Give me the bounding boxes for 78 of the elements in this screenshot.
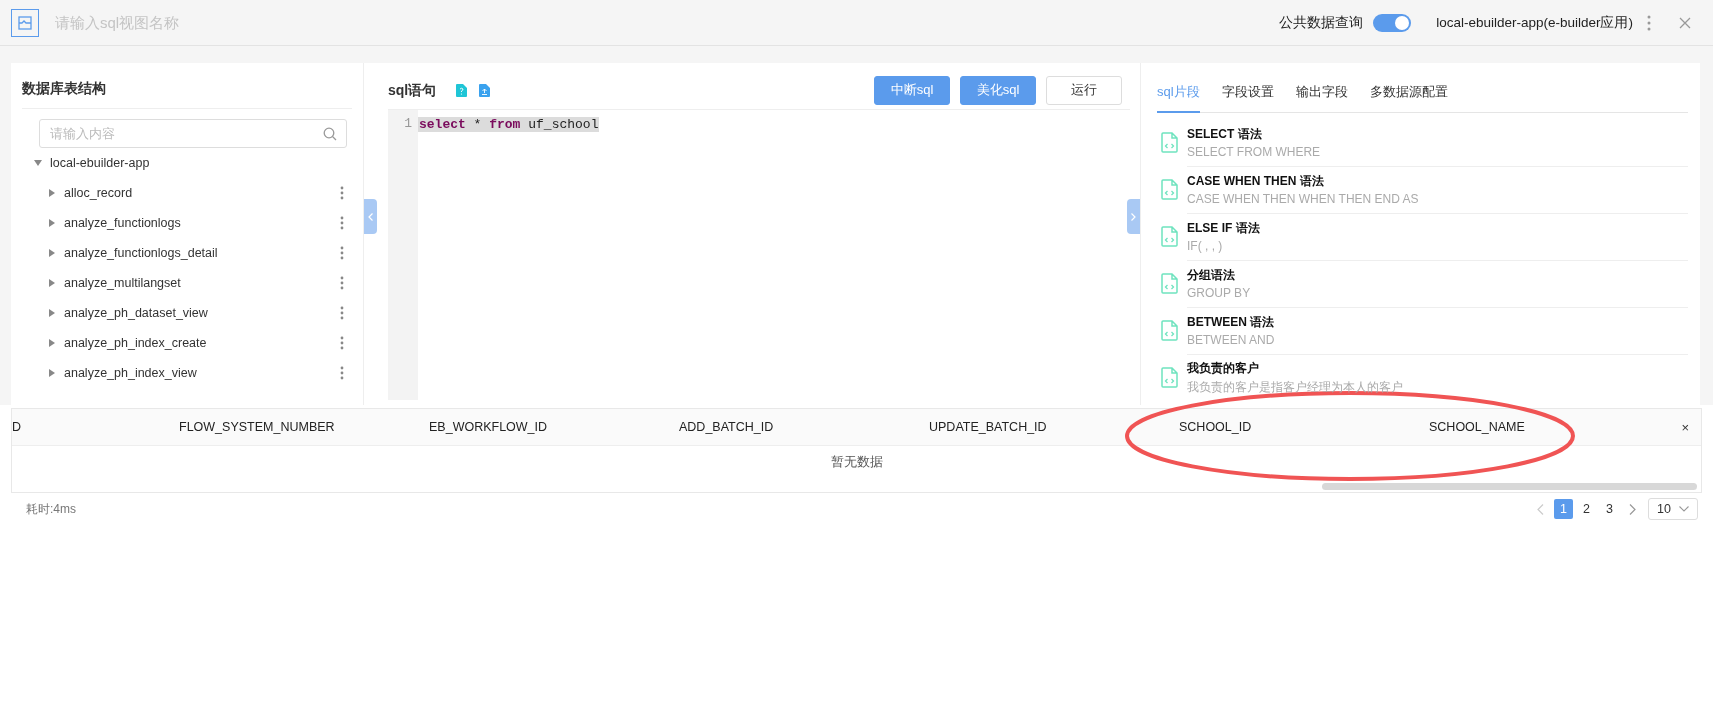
caret-icon[interactable] xyxy=(34,160,42,166)
help-document-icon[interactable] xyxy=(456,83,468,97)
scrollbar-thumb[interactable] xyxy=(1322,483,1697,490)
column-header: ADD_BATCH_ID xyxy=(679,420,775,434)
code-file-icon xyxy=(1161,273,1178,294)
more-icon[interactable] xyxy=(1647,14,1651,31)
tree-item[interactable]: analyze_functionlogs_detail xyxy=(64,246,340,260)
caret-icon xyxy=(1679,506,1689,512)
column-header: SCHOOL_NAME xyxy=(1429,420,1526,434)
tab[interactable]: 多数据源配置 xyxy=(1369,83,1448,113)
more-icon[interactable] xyxy=(340,186,344,200)
collapse-handle[interactable] xyxy=(364,199,377,234)
tree-item[interactable]: alloc_record xyxy=(64,186,340,200)
tree-item[interactable]: analyze_ph_dataset_view xyxy=(64,306,340,320)
chevron-right-icon[interactable] xyxy=(1629,503,1637,515)
page-button[interactable]: 3 xyxy=(1600,499,1620,519)
toolbar-button[interactable]: 运行 xyxy=(1046,75,1122,105)
code-file-icon xyxy=(1161,132,1178,153)
panel-title: sql语句 xyxy=(388,81,437,100)
snippet-title[interactable]: BETWEEN 语法 xyxy=(1187,313,1688,331)
snippet-description: CASE WHEN THEN WHEN THEN END AS xyxy=(1187,191,1420,206)
page-size-select[interactable]: 10 xyxy=(1648,498,1698,520)
search-field[interactable]: 请输入内容 xyxy=(39,119,347,148)
more-icon[interactable] xyxy=(340,246,344,260)
more-icon[interactable] xyxy=(340,216,344,230)
line-number: 1 xyxy=(403,116,413,132)
app-name: local-ebuilder-app(e-builder应用) xyxy=(1436,13,1633,32)
column-header: FLOW_SYSTEM_NUMBER xyxy=(179,420,336,434)
public-query-toggle[interactable] xyxy=(1373,13,1412,32)
snippet-description: IF( , , ) xyxy=(1187,238,1224,253)
caret-icon[interactable] xyxy=(49,249,55,257)
snippet-description: BETWEEN AND xyxy=(1187,332,1276,347)
tree-item[interactable]: analyze_multilangset xyxy=(64,276,340,290)
column-header: UPDATE_BATCH_ID xyxy=(929,420,1048,434)
tree-item[interactable]: local-ebuilder-app xyxy=(50,156,352,170)
collapse-handle[interactable] xyxy=(1127,199,1140,234)
elapsed-time: 耗时:4ms xyxy=(26,500,76,518)
snippet-title[interactable]: 分组语法 xyxy=(1187,266,1688,284)
page-button[interactable]: 2 xyxy=(1577,499,1597,519)
caret-icon[interactable] xyxy=(49,219,55,227)
tree-item[interactable]: analyze_ph_index_view xyxy=(64,366,340,380)
close-icon[interactable] xyxy=(1679,16,1691,29)
snippet-title[interactable]: CASE WHEN THEN 语法 xyxy=(1187,172,1688,190)
empty-message: 暂无数据 xyxy=(829,454,884,471)
column-header: D xyxy=(12,420,23,434)
code-file-icon xyxy=(1161,226,1178,247)
column-header: SCHOOL_ID xyxy=(1179,420,1253,434)
snippet-description: GROUP BY xyxy=(1187,285,1252,300)
chevron-left-icon xyxy=(368,212,373,221)
snippet-description: 我负责的客户是指客户经理为本人的客户 xyxy=(1187,378,1404,396)
panel-title: 数据库表结构 xyxy=(22,79,107,98)
more-icon[interactable] xyxy=(340,306,344,320)
caret-icon[interactable] xyxy=(49,369,55,377)
column-header: EB_WORKFLOW_ID xyxy=(429,420,549,434)
snippet-title[interactable]: ELSE IF 语法 xyxy=(1187,219,1688,237)
close-results-button[interactable]: × xyxy=(1681,419,1689,435)
caret-icon[interactable] xyxy=(49,279,55,287)
snippet-title[interactable]: SELECT 语法 xyxy=(1187,125,1688,143)
code-file-icon xyxy=(1161,367,1178,388)
chevron-right-icon xyxy=(1131,212,1136,221)
more-icon[interactable] xyxy=(340,366,344,380)
code-file-icon xyxy=(1161,320,1178,341)
caret-icon[interactable] xyxy=(49,189,55,197)
view-icon xyxy=(11,8,39,37)
snippet-title[interactable]: 我负责的客户 xyxy=(1187,359,1688,377)
tree-item[interactable]: analyze_ph_index_create xyxy=(64,336,340,350)
public-query-label: 公共数据查询 xyxy=(1279,13,1364,32)
tab[interactable]: 字段设置 xyxy=(1221,83,1274,113)
upload-document-icon[interactable] xyxy=(479,83,491,97)
caret-icon[interactable] xyxy=(49,339,55,347)
code-file-icon xyxy=(1161,179,1178,200)
more-icon[interactable] xyxy=(340,336,344,350)
more-icon[interactable] xyxy=(340,276,344,290)
search-icon xyxy=(323,127,337,141)
caret-icon[interactable] xyxy=(49,309,55,317)
snippet-description: SELECT FROM WHERE xyxy=(1187,144,1322,159)
tab[interactable]: 输出字段 xyxy=(1295,83,1348,113)
tree-item[interactable]: analyze_functionlogs xyxy=(64,216,340,230)
